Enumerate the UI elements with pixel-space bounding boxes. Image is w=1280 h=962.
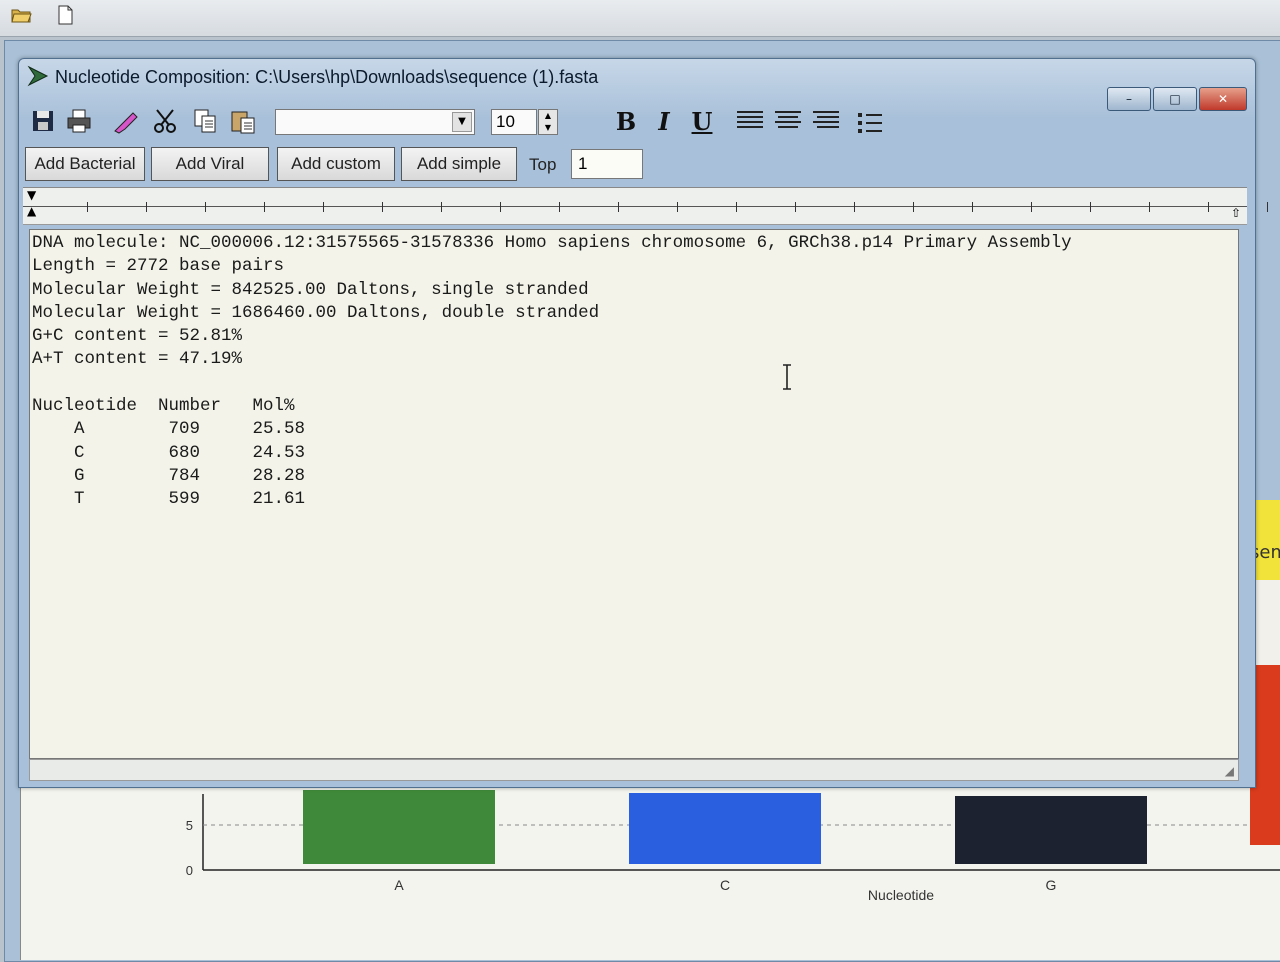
chevron-down-icon[interactable]: ▼ bbox=[452, 112, 472, 132]
text-cursor-icon bbox=[783, 364, 791, 390]
bar-a bbox=[303, 790, 495, 864]
report-line: C 680 24.53 bbox=[32, 442, 306, 463]
report-line: Molecular Weight = 842525.00 Daltons, si… bbox=[32, 279, 589, 300]
left-indent-marker-icon[interactable]: ▲ bbox=[27, 204, 36, 218]
bullet-list-icon[interactable] bbox=[857, 111, 883, 135]
ruler-tick bbox=[500, 202, 501, 212]
add-simple-button[interactable]: Add simple bbox=[401, 147, 517, 181]
font-size-spinner[interactable]: ▲ ▼ bbox=[538, 109, 558, 135]
bar-c bbox=[629, 793, 821, 864]
add-bacterial-button[interactable]: Add Bacterial bbox=[25, 147, 145, 181]
top-input[interactable]: 1 bbox=[571, 149, 643, 179]
new-file-icon[interactable] bbox=[54, 4, 76, 26]
report-text-area[interactable]: DNA molecule: NC_000006.12:31575565-3157… bbox=[29, 229, 1239, 759]
highlighter-icon[interactable] bbox=[111, 107, 139, 135]
window-title: Nucleotide Composition: C:\Users\hp\Down… bbox=[55, 67, 599, 87]
x-axis-label: Nucleotide bbox=[868, 887, 934, 903]
font-size-input[interactable]: 10 bbox=[491, 109, 537, 135]
x-tick-label: C bbox=[720, 877, 730, 893]
bold-button[interactable]: B bbox=[611, 107, 641, 136]
ruler-baseline bbox=[23, 206, 1247, 207]
format-toolbar: ▼ 10 ▲ ▼ B I U bbox=[27, 105, 1247, 139]
ruler-tick bbox=[205, 202, 206, 212]
add-viral-button[interactable]: Add Viral bbox=[151, 147, 269, 181]
folder-open-icon[interactable] bbox=[10, 4, 32, 26]
x-tick-label: G bbox=[1046, 877, 1057, 893]
italic-button[interactable]: I bbox=[649, 107, 679, 136]
report-line: DNA molecule: NC_000006.12:31575565-3157… bbox=[32, 233, 1072, 253]
top-label: Top bbox=[529, 155, 557, 174]
app-toolbar bbox=[0, 0, 1280, 37]
report-line: A 709 25.58 bbox=[32, 419, 306, 440]
ruler-tick bbox=[382, 202, 383, 212]
bar-g bbox=[955, 796, 1147, 864]
ruler[interactable]: ▼ ▲ ⇧ bbox=[23, 187, 1268, 225]
ruler-tick bbox=[1090, 202, 1091, 212]
x-tick-label: A bbox=[394, 877, 404, 893]
report-line bbox=[32, 372, 1072, 395]
command-buttons: Add Bacterial Add Viral Add custom Add s… bbox=[25, 147, 1245, 183]
report-line: G+C content = 52.81% bbox=[32, 326, 243, 347]
ruler-tick bbox=[972, 202, 973, 212]
report-line: G 784 28.28 bbox=[32, 465, 306, 486]
ruler-tick bbox=[559, 202, 560, 212]
report-line: T 599 21.61 bbox=[32, 489, 306, 510]
ruler-tick bbox=[1208, 202, 1209, 212]
align-left-icon[interactable] bbox=[737, 111, 763, 135]
right-indent-marker-icon[interactable]: ⇧ bbox=[1231, 206, 1241, 220]
ruler-tick bbox=[323, 202, 324, 212]
report-line: Nucleotide Number Mol% bbox=[32, 396, 295, 417]
ruler-tick bbox=[854, 202, 855, 212]
nucleotide-composition-window: Nucleotide Composition: C:\Users\hp\Down… bbox=[18, 58, 1268, 788]
ruler-tick bbox=[677, 202, 678, 212]
report-line: Length = 2772 base pairs bbox=[32, 256, 285, 277]
y-tick-label: 0 bbox=[186, 863, 193, 878]
cut-icon[interactable] bbox=[151, 107, 179, 135]
first-line-indent-marker-icon[interactable]: ▼ bbox=[27, 188, 36, 202]
align-right-icon[interactable] bbox=[813, 111, 839, 135]
ruler-tick bbox=[618, 202, 619, 212]
report-text: DNA molecule: NC_000006.12:31575565-3157… bbox=[32, 232, 1072, 512]
underline-button[interactable]: U bbox=[687, 107, 717, 136]
composition-chart-window: 0 5 A C G Nucleotide bbox=[20, 780, 1280, 960]
ruler-tick bbox=[1267, 202, 1268, 212]
y-tick-label: 5 bbox=[186, 818, 193, 833]
resize-grip-icon[interactable]: ◢ bbox=[1225, 764, 1234, 778]
ruler-tick bbox=[264, 202, 265, 212]
ruler-tick bbox=[1149, 202, 1150, 212]
ruler-tick bbox=[736, 202, 737, 212]
copy-icon[interactable] bbox=[191, 107, 219, 135]
chart-area: 0 5 A C G Nucleotide bbox=[61, 780, 1280, 960]
report-line: Molecular Weight = 1686460.00 Daltons, d… bbox=[32, 302, 600, 323]
print-icon[interactable] bbox=[65, 107, 93, 135]
ruler-tick bbox=[913, 202, 914, 212]
status-strip: ◢ bbox=[29, 759, 1239, 781]
ruler-tick bbox=[795, 202, 796, 212]
report-line: A+T content = 47.19% bbox=[32, 349, 243, 370]
ruler-tick bbox=[1031, 202, 1032, 212]
save-icon[interactable] bbox=[29, 107, 57, 135]
paste-icon[interactable] bbox=[229, 107, 257, 135]
font-name-select[interactable]: ▼ bbox=[275, 109, 475, 135]
ruler-tick bbox=[146, 202, 147, 212]
ruler-tick bbox=[87, 202, 88, 212]
app-logo-icon bbox=[27, 65, 49, 87]
align-center-icon[interactable] bbox=[775, 111, 801, 135]
ruler-tick bbox=[441, 202, 442, 212]
add-custom-button[interactable]: Add custom bbox=[277, 147, 395, 181]
nucleotide-bar-chart: 0 5 A C G Nucleotide bbox=[186, 790, 1280, 903]
title-bar[interactable]: Nucleotide Composition: C:\Users\hp\Down… bbox=[19, 59, 1255, 95]
